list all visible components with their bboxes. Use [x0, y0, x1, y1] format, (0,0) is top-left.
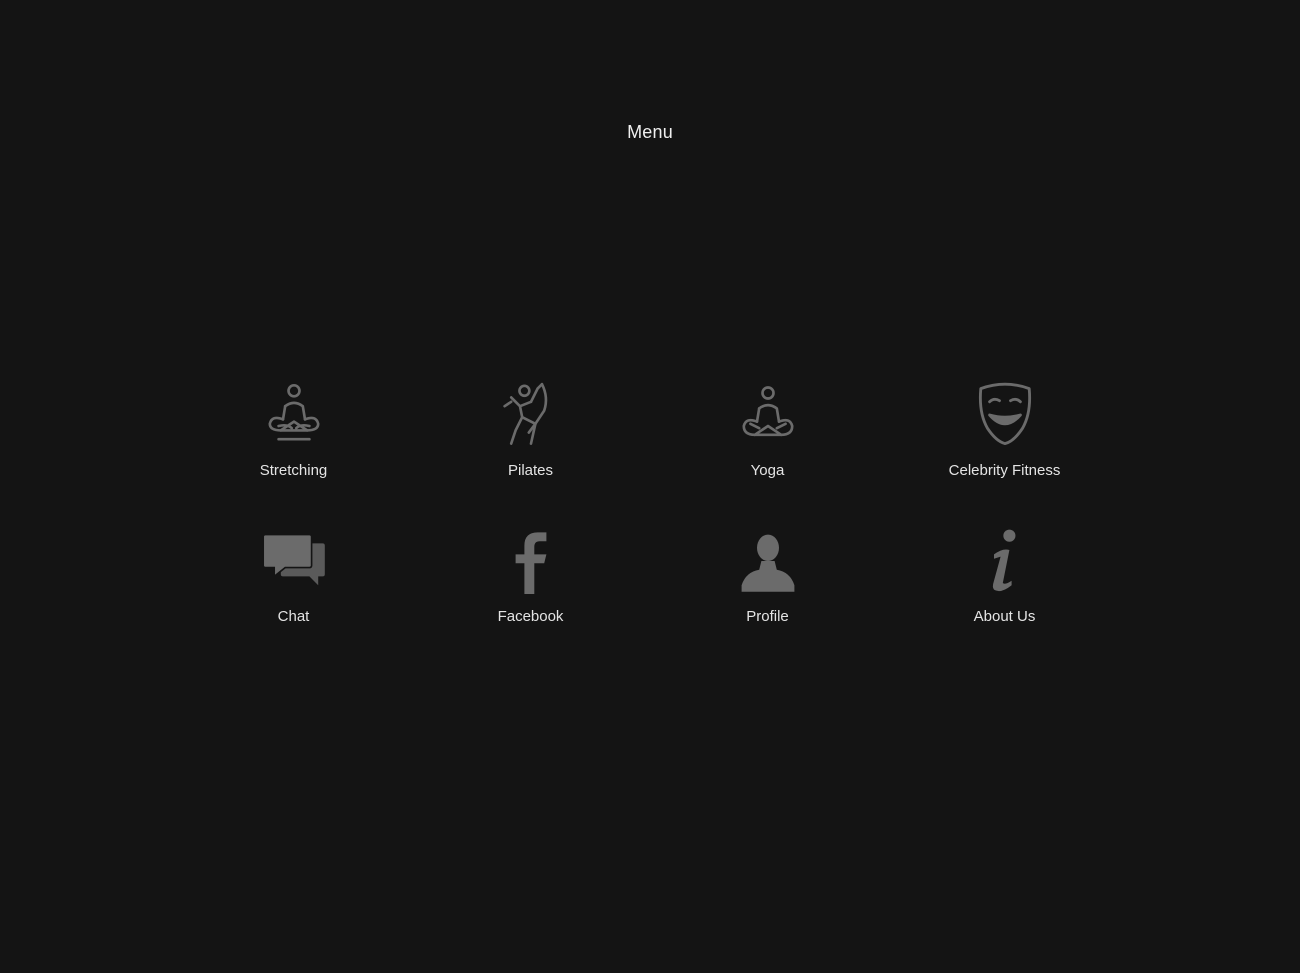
theatre-mask-icon: [970, 380, 1040, 450]
menu-item-label: Chat: [277, 608, 310, 625]
menu-item-label: About Us: [973, 608, 1036, 625]
menu-item-facebook[interactable]: Facebook: [412, 526, 649, 672]
pilates-figure-icon: [496, 380, 566, 450]
menu-item-label: Yoga: [750, 462, 785, 479]
chat-bubbles-icon: [259, 526, 329, 596]
menu-item-pilates[interactable]: Pilates: [412, 380, 649, 526]
menu-item-label: Facebook: [497, 608, 564, 625]
menu-item-stretching[interactable]: Stretching: [175, 380, 412, 526]
menu-item-profile[interactable]: Profile: [649, 526, 886, 672]
yoga-lotus-icon: [733, 380, 803, 450]
menu-item-chat[interactable]: Chat: [175, 526, 412, 672]
meditation-stretch-icon: [259, 380, 329, 450]
facebook-icon: [496, 526, 566, 596]
menu-item-label: Stretching: [259, 462, 328, 479]
menu-item-label: Profile: [746, 608, 789, 625]
page-title: Menu: [627, 122, 673, 142]
info-icon: [970, 526, 1040, 596]
menu-item-about-us[interactable]: About Us: [886, 526, 1123, 672]
menu-item-yoga[interactable]: Yoga: [649, 380, 886, 526]
menu-item-label: Celebrity Fitness: [948, 462, 1061, 479]
menu-item-label: Pilates: [507, 462, 554, 479]
menu-grid: Stretching Pilates Yoga Celebrity Fitnes…: [175, 380, 1123, 672]
user-silhouette-icon: [733, 526, 803, 596]
menu-item-celebrity-fitness[interactable]: Celebrity Fitness: [886, 380, 1123, 526]
